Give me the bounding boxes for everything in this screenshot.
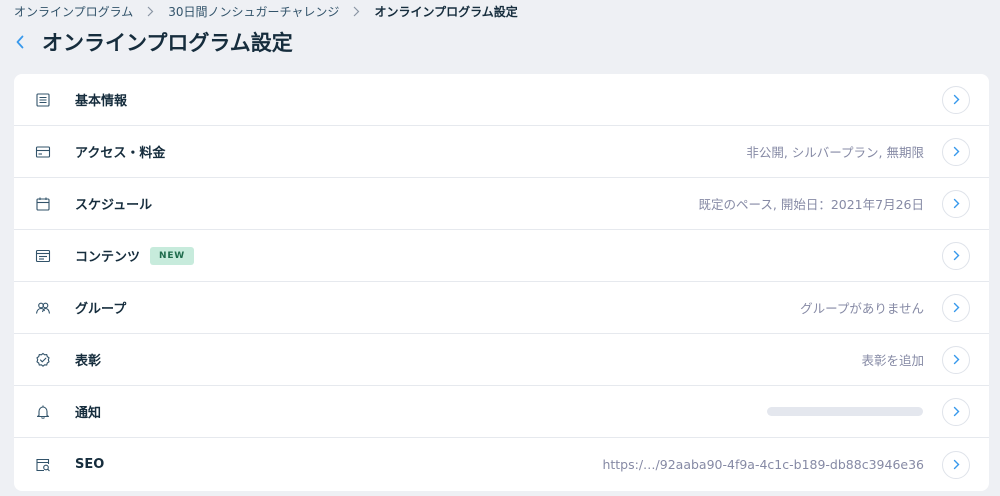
document-lines-icon: [34, 91, 52, 109]
settings-row-content[interactable]: コンテンツ NEW: [14, 230, 989, 282]
row-chevron-button[interactable]: [942, 137, 970, 166]
page-header: オンラインプログラム設定: [10, 24, 293, 60]
settings-row-access-pricing[interactable]: アクセス・料金 非公開, シルバープラン, 無期限: [14, 126, 989, 178]
settings-card: 基本情報 アクセス・料金 非公開, シルバープラン, 無期限 スケジュール 既定…: [14, 74, 989, 491]
row-chevron-button[interactable]: [942, 397, 970, 426]
chevron-right-icon: [953, 198, 959, 209]
row-label: 通知: [75, 406, 102, 421]
row-chevron-button[interactable]: [942, 189, 970, 218]
settings-row-seo[interactable]: SEO https:/…/92aaba90-4f9a-4c1c-b189-db8…: [14, 438, 989, 491]
calendar-icon: [34, 195, 52, 213]
row-label: スケジュール: [75, 198, 153, 213]
settings-row-group[interactable]: グループ グループがありません: [14, 282, 989, 334]
breadcrumb-item-current: オンラインプログラム設定: [374, 4, 518, 19]
row-label: グループ: [75, 302, 127, 317]
breadcrumb: オンラインプログラム 30日間ノンシュガーチャレンジ オンラインプログラム設定: [14, 0, 518, 22]
settings-row-notifications[interactable]: 通知: [14, 386, 989, 438]
chevron-right-icon: [953, 406, 959, 417]
badge-check-icon: [34, 351, 52, 369]
credit-card-icon: [34, 143, 52, 161]
row-value: 非公開, シルバープラン, 無期限: [746, 145, 924, 160]
row-value: 既定のペース, 開始日：2021年7月26日: [698, 197, 925, 212]
settings-row-basic-info[interactable]: 基本情報: [14, 74, 989, 126]
row-value: https:/…/92aaba90-4f9a-4c1c-b189-db88c39…: [602, 457, 924, 472]
chevron-right-icon: [953, 94, 959, 105]
row-chevron-button[interactable]: [942, 293, 970, 322]
row-chevron-button[interactable]: [942, 345, 970, 374]
chevron-right-icon: [953, 459, 959, 470]
chevron-right-icon: [953, 302, 959, 313]
row-label: SEO: [75, 457, 105, 472]
settings-row-badges[interactable]: 表彰 表彰を追加: [14, 334, 989, 386]
loading-placeholder: [767, 407, 923, 416]
back-button[interactable]: [10, 28, 30, 56]
chevron-left-icon: [16, 35, 24, 49]
row-chevron-button[interactable]: [942, 241, 970, 270]
settings-row-schedule[interactable]: スケジュール 既定のペース, 開始日：2021年7月26日: [14, 178, 989, 230]
row-label: コンテンツ: [75, 250, 141, 265]
row-value: 表彰を追加: [861, 353, 924, 368]
row-chevron-button[interactable]: [942, 450, 970, 479]
breadcrumb-chevron-icon: [353, 6, 360, 17]
bell-icon: [34, 403, 52, 421]
row-label: 表彰: [75, 354, 102, 369]
new-badge: NEW: [150, 246, 195, 265]
chevron-right-icon: [953, 354, 959, 365]
row-label: アクセス・料金: [75, 146, 166, 161]
breadcrumb-item-program[interactable]: 30日間ノンシュガーチャレンジ: [168, 3, 339, 20]
seo-search-icon: [34, 456, 52, 474]
chevron-right-icon: [953, 250, 959, 261]
row-label: 基本情報: [75, 94, 128, 109]
group-icon: [34, 299, 52, 317]
breadcrumb-chevron-icon: [147, 6, 154, 17]
content-icon: [34, 247, 52, 265]
chevron-right-icon: [953, 146, 959, 157]
page-title: オンラインプログラム設定: [42, 31, 293, 55]
row-value: グループがありません: [800, 301, 924, 316]
breadcrumb-item-online-programs[interactable]: オンラインプログラム: [14, 3, 133, 20]
row-chevron-button[interactable]: [942, 85, 970, 114]
